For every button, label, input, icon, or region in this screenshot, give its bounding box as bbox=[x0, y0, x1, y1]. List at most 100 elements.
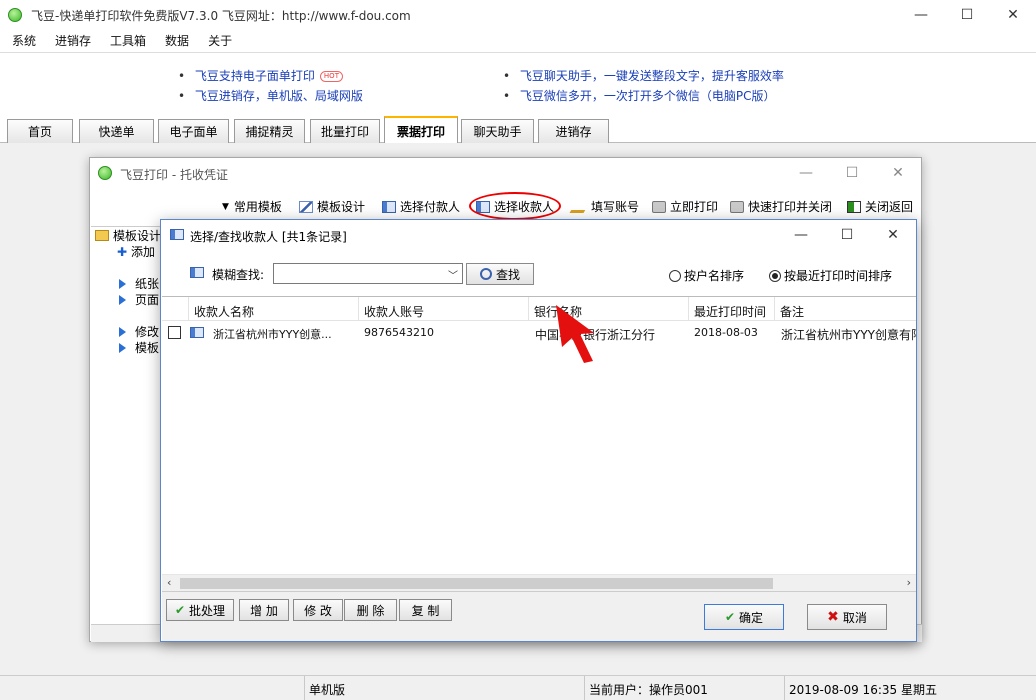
dropdown-triangle-icon: ▼ bbox=[222, 201, 229, 212]
batch-process-button[interactable]: ✔ 批处理 bbox=[166, 599, 234, 621]
select-payer-button[interactable]: 选择付款人 bbox=[382, 198, 460, 215]
status-user: 当前用户：操作员001 bbox=[584, 676, 784, 700]
column-header-bank[interactable]: 银行名称 bbox=[528, 297, 688, 321]
column-header-name[interactable]: 收款人名称 bbox=[188, 297, 358, 321]
ad-link-wechat[interactable]: 飞豆微信多开，一次打开多个微信（电脑PC版） bbox=[503, 87, 776, 104]
toolbar-label: 关闭返回 bbox=[865, 200, 914, 214]
toolbar-label: 填写账号 bbox=[591, 200, 640, 214]
row-checkbox[interactable] bbox=[168, 326, 181, 339]
delete-button[interactable]: 删 除 bbox=[344, 599, 397, 621]
maximize-button[interactable]: ☐ bbox=[824, 220, 870, 250]
button-label: 批处理 bbox=[189, 603, 226, 618]
tab-batch-print[interactable]: 批量打印 bbox=[310, 119, 380, 143]
ad-text[interactable]: 飞豆微信多开，一次打开多个微信（电脑PC版） bbox=[520, 89, 776, 103]
cell-last-print: 2018-08-03 bbox=[694, 326, 758, 339]
menu-about[interactable]: 关于 bbox=[196, 30, 239, 52]
scroll-left-icon[interactable]: ‹ bbox=[167, 576, 171, 589]
scroll-thumb[interactable] bbox=[180, 578, 773, 589]
ad-text[interactable]: 飞豆进销存，单机版、局域网版 bbox=[195, 89, 363, 103]
ad-link-inventory[interactable]: 飞豆进销存，单机版、局域网版 bbox=[178, 87, 363, 104]
arrow-right-icon bbox=[119, 294, 126, 305]
dialog-title: 选择/查找收款人 [共1条记录] bbox=[190, 230, 347, 244]
folder-icon bbox=[95, 230, 109, 241]
column-header-account[interactable]: 收款人账号 bbox=[358, 297, 528, 321]
cell-note: 浙江省杭州市YYY创意有限 bbox=[781, 328, 916, 342]
sort-by-name-radio[interactable]: 按户名排序 bbox=[669, 267, 744, 284]
card-icon bbox=[190, 267, 204, 278]
ad-text[interactable]: 飞豆支持电子面单打印 bbox=[195, 69, 315, 83]
dialog-controls: — ☐ ✕ bbox=[778, 220, 916, 250]
minimize-button[interactable]: — bbox=[783, 158, 829, 188]
close-button[interactable]: ✕ bbox=[990, 0, 1036, 30]
chevron-down-icon[interactable]: ﹀ bbox=[448, 267, 458, 282]
search-button[interactable]: 查找 bbox=[466, 263, 534, 285]
edit-button[interactable]: 修 改 bbox=[293, 599, 343, 621]
card-icon bbox=[170, 229, 184, 240]
payee-table: 收款人名称 收款人账号 银行名称 最近打印时间 备注 浙江省杭州市YYY创意..… bbox=[162, 296, 916, 590]
menu-data[interactable]: 数据 bbox=[153, 30, 196, 52]
tree-label: 模板设计 bbox=[113, 229, 162, 243]
horizontal-scrollbar[interactable]: ‹ › bbox=[162, 574, 916, 591]
minimize-button[interactable]: — bbox=[898, 0, 944, 30]
ad-link-eorder[interactable]: 飞豆支持电子面单打印 HOT bbox=[178, 67, 343, 84]
tab-express[interactable]: 快递单 bbox=[79, 119, 154, 143]
add-button[interactable]: 增 加 bbox=[239, 599, 289, 621]
window-controls: — ☐ ✕ bbox=[898, 0, 1036, 30]
cell-name: 浙江省杭州市YYY创意... bbox=[213, 328, 332, 341]
tab-chat-helper[interactable]: 聊天助手 bbox=[461, 119, 534, 143]
cancel-button[interactable]: ✖ 取消 bbox=[807, 604, 887, 630]
quick-print-close-button[interactable]: 快速打印并关闭 bbox=[730, 198, 832, 215]
table-row[interactable]: 浙江省杭州市YYY创意... 9876543210 中国农业银行浙江分行 201… bbox=[162, 322, 916, 344]
close-button[interactable]: ✕ bbox=[870, 220, 916, 250]
ad-panel: 飞豆支持电子面单打印 HOT 飞豆进销存，单机版、局域网版 飞豆聊天助手，一键发送… bbox=[0, 52, 1036, 116]
radio-label: 按户名排序 bbox=[684, 269, 745, 283]
print-now-button[interactable]: 立即打印 bbox=[652, 198, 718, 215]
tree-label: 模板 bbox=[135, 341, 160, 355]
tree-node-template-design[interactable]: 模板设计 bbox=[91, 227, 161, 244]
common-templates-dropdown[interactable]: ▼ 常用模板 bbox=[222, 198, 282, 215]
ad-link-chat[interactable]: 飞豆聊天助手，一键发送整段文字，提升客服效率 bbox=[503, 67, 784, 84]
tree-node-modify[interactable]: 修改 bbox=[91, 323, 159, 340]
fill-account-button[interactable]: 填写账号 bbox=[569, 198, 640, 215]
voucher-window-controls: — ☐ ✕ bbox=[783, 158, 921, 188]
tree-node-add[interactable]: ✚ 添加 bbox=[91, 243, 155, 260]
radio-label: 按最近打印时间排序 bbox=[784, 269, 893, 283]
scroll-right-icon[interactable]: › bbox=[907, 576, 911, 589]
template-design-button[interactable]: 模板设计 bbox=[299, 198, 365, 215]
search-button-label: 查找 bbox=[495, 267, 520, 282]
tab-inventory[interactable]: 进销存 bbox=[538, 119, 609, 143]
dialog-titlebar: 选择/查找收款人 [共1条记录] — ☐ ✕ bbox=[161, 220, 916, 250]
close-return-button[interactable]: 关闭返回 bbox=[847, 198, 913, 215]
voucher-titlebar: 飞豆打印 - 托收凭证 — ☐ ✕ bbox=[90, 158, 921, 188]
close-button[interactable]: ✕ bbox=[875, 158, 921, 188]
fuzzy-search-combobox[interactable]: ﹀ bbox=[273, 263, 463, 284]
toolbar-label: 常用模板 bbox=[233, 200, 282, 214]
column-header-note[interactable]: 备注 bbox=[774, 297, 916, 321]
arrow-right-icon bbox=[119, 278, 126, 289]
tab-receipt-print[interactable]: 票据打印 bbox=[384, 116, 458, 144]
select-payee-button[interactable]: 选择收款人 bbox=[476, 198, 554, 215]
tab-home[interactable]: 首页 bbox=[7, 119, 73, 143]
tree-node-template[interactable]: 模板 bbox=[91, 339, 159, 356]
ok-button[interactable]: ✔ 确定 bbox=[704, 604, 784, 630]
tab-capture[interactable]: 捕捉精灵 bbox=[234, 119, 305, 143]
ad-text[interactable]: 飞豆聊天助手，一键发送整段文字，提升客服效率 bbox=[520, 69, 784, 83]
copy-button[interactable]: 复 制 bbox=[399, 599, 452, 621]
maximize-button[interactable]: ☐ bbox=[944, 0, 990, 30]
tab-eorder[interactable]: 电子面单 bbox=[158, 119, 229, 143]
tree-node-page[interactable]: 页面 bbox=[91, 291, 159, 308]
minimize-button[interactable]: — bbox=[778, 220, 824, 250]
tree-node-paper[interactable]: 纸张 bbox=[91, 275, 159, 292]
app-logo-icon bbox=[98, 166, 112, 180]
menu-inventory[interactable]: 进销存 bbox=[43, 30, 98, 52]
main-tabs: 首页 快递单 电子面单 捕捉精灵 批量打印 票据打印 聊天助手 进销存 bbox=[0, 116, 1036, 144]
arrow-right-icon bbox=[119, 342, 126, 353]
window-title: 飞豆-快递单打印软件免费版V7.3.0 飞豆网址：http://www.f-do… bbox=[31, 9, 411, 23]
toolbar-label: 快速打印并关闭 bbox=[748, 200, 833, 214]
maximize-button[interactable]: ☐ bbox=[829, 158, 875, 188]
menu-system[interactable]: 系统 bbox=[0, 30, 43, 52]
menu-toolbox[interactable]: 工具箱 bbox=[98, 30, 153, 52]
column-header-last-print[interactable]: 最近打印时间 bbox=[688, 297, 774, 321]
sort-by-recent-radio[interactable]: 按最近打印时间排序 bbox=[769, 267, 892, 284]
status-datetime: 2019-08-09 16:35 星期五 bbox=[784, 676, 1036, 700]
